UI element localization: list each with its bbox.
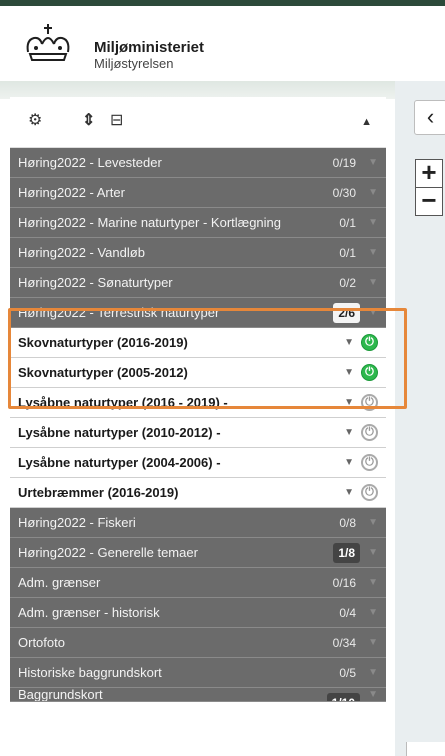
power-toggle-icon[interactable]: ⏻ [361,364,378,381]
chevron-down-icon[interactable]: ▼ [368,658,378,688]
chevron-down-icon[interactable]: ▼ [344,328,354,358]
chevron-down-icon[interactable]: ▼ [344,418,354,448]
layer-count-badge: 0/19 [332,156,356,170]
brand-subtitle: Miljøstyrelsen [94,56,174,71]
layer-group-row[interactable]: Ortofoto 0/34 ▼ [10,628,386,658]
chevron-down-icon[interactable]: ▼ [368,628,378,658]
layer-label: Ortofoto [18,635,65,650]
layer-count-badge: 0/16 [332,576,356,590]
layer-label: Urtebræmmer (2016-2019) [18,485,179,500]
brand-title: Miljøministeriet [94,39,205,56]
chevron-down-icon[interactable]: ▼ [368,298,378,328]
layer-label: Adm. grænser - historisk [18,605,160,620]
layer-group-row[interactable]: Baggrundskort 1/10 ▼ [10,688,386,702]
zoom-control: + − [415,159,443,216]
layer-label: Høring2022 - Fiskeri [18,515,136,530]
layer-row[interactable]: Lysåbne naturtyper (2010-2012) - ▼ ⏻ [10,418,386,448]
layer-group-row[interactable]: Historiske baggrundskort 0/5 ▼ [10,658,386,688]
layer-label: Høring2022 - Marine naturtyper - Kortlæg… [18,215,282,230]
layer-label: Høring2022 - Arter [18,185,125,200]
power-toggle-icon[interactable]: ⏻ [361,424,378,441]
layer-label: Historiske baggrundskort [18,665,162,680]
layer-row[interactable]: Lysåbne naturtyper (2016 - 2019) - ▼ ⏻ [10,388,386,418]
layer-label: Baggrundskort [18,688,103,702]
chevron-down-icon[interactable]: ▼ [368,568,378,598]
power-toggle-icon[interactable]: ⏻ [361,334,378,351]
layer-group-row[interactable]: Adm. grænser - historisk 0/4 ▼ [10,598,386,628]
chevron-down-icon[interactable]: ▼ [368,208,378,238]
layer-group-row[interactable]: Høring2022 - Fiskeri 0/8 ▼ [10,508,386,538]
layer-group-row[interactable]: Høring2022 - Sønaturtyper 0/2 ▼ [10,268,386,298]
layer-group-row[interactable]: Høring2022 - Terrestrisk naturtyper 2/6 ▼ [10,298,386,328]
layer-panel: ⚙ ⇕ ⊟ ▲ Høring2022 - Levesteder 0/19 ▼ Høri… [10,97,386,756]
layer-count-badge: 0/2 [339,276,356,290]
layer-list: Høring2022 - Levesteder 0/19 ▼ Høring2022 -… [10,148,386,702]
layer-group-row[interactable]: Høring2022 - Levesteder 0/19 ▼ [10,148,386,178]
layer-count-badge: 0/30 [332,186,356,200]
app-header: Miljøministeriet Miljøstyrelsen [0,6,410,82]
layer-count-badge: 0/5 [339,666,356,680]
chevron-down-icon[interactable]: ▼ [344,478,354,508]
layer-count-badge: 0/1 [339,216,356,230]
chevron-down-icon[interactable]: ▼ [368,598,378,628]
layer-label: Høring2022 - Generelle temaer [18,545,198,560]
chevron-down-icon[interactable]: ▼ [344,448,354,478]
layer-count-badge: 0/4 [339,606,356,620]
chevron-down-icon[interactable]: ▼ [368,508,378,538]
layer-label: Lysåbne naturtyper (2016 - 2019) - [18,395,228,410]
layer-toolbar: ⚙ ⇕ ⊟ ▲ [10,97,386,148]
layer-label: Adm. grænser [18,575,101,590]
map-bottom-control[interactable] [406,742,445,756]
collapse-all-icon[interactable]: ⊟ [110,110,123,130]
chevron-down-icon[interactable]: ▼ [344,358,354,388]
power-toggle-icon[interactable]: ⏻ [361,484,378,501]
layer-count-badge: 0/34 [332,636,356,650]
layer-label: Høring2022 - Terrestrisk naturtyper [18,305,220,320]
layer-label: Høring2022 - Sønaturtyper [18,275,173,290]
gear-icon[interactable]: ⚙ [28,110,42,130]
zoom-in-button[interactable]: + [416,159,442,188]
layer-row[interactable]: Lysåbne naturtyper (2004-2006) - ▼ ⏻ [10,448,386,478]
layer-group-row[interactable]: Adm. grænser 0/16 ▼ [10,568,386,598]
layer-label: Skovnaturtyper (2016-2019) [18,335,188,350]
layer-group-row[interactable]: Høring2022 - Vandløb 0/1 ▼ [10,238,386,268]
layer-count-badge: 1/10 [326,693,360,701]
layer-row[interactable]: Skovnaturtyper (2016-2019) ▼ ⏻ [10,328,386,358]
collapse-panel-button[interactable]: ‹ [414,100,445,135]
layer-count-badge: 1/8 [333,543,360,563]
layer-group-row[interactable]: Høring2022 - Arter 0/30 ▼ [10,178,386,208]
power-toggle-icon[interactable]: ⏻ [361,394,378,411]
chevron-down-icon[interactable]: ▼ [368,178,378,208]
power-toggle-icon[interactable]: ⏻ [361,454,378,471]
layer-count-badge: 0/8 [339,516,356,530]
chevron-left-icon: ‹ [426,104,435,129]
chevron-down-icon[interactable]: ▼ [344,388,354,418]
layer-group-row[interactable]: Høring2022 - Marine naturtyper - Kortlæg… [10,208,386,238]
chevron-down-icon[interactable]: ▼ [368,538,378,568]
chevron-down-icon[interactable]: ▼ [368,148,378,178]
layer-count-badge: 2/6 [333,303,360,323]
layer-group-row[interactable]: Høring2022 - Generelle temaer 1/8 ▼ [10,538,386,568]
crown-logo-icon [26,24,70,61]
chevron-up-icon[interactable]: ▲ [361,116,372,128]
zoom-out-button[interactable]: − [416,187,442,215]
layer-count-badge: 0/1 [339,246,356,260]
layer-label: Skovnaturtyper (2005-2012) [18,365,188,380]
chevron-down-icon[interactable]: ▼ [368,688,378,701]
chevron-down-icon[interactable]: ▼ [368,238,378,268]
layer-label: Høring2022 - Levesteder [18,155,162,170]
expand-all-icon[interactable]: ⇕ [82,110,95,130]
layer-label: Lysåbne naturtyper (2010-2012) - [18,425,221,440]
layer-label: Høring2022 - Vandløb [18,245,145,260]
layer-row[interactable]: Skovnaturtyper (2005-2012) ▼ ⏻ [10,358,386,388]
layer-label: Lysåbne naturtyper (2004-2006) - [18,455,221,470]
layer-row[interactable]: Urtebræmmer (2016-2019) ▼ ⏻ [10,478,386,508]
chevron-down-icon[interactable]: ▼ [368,268,378,298]
